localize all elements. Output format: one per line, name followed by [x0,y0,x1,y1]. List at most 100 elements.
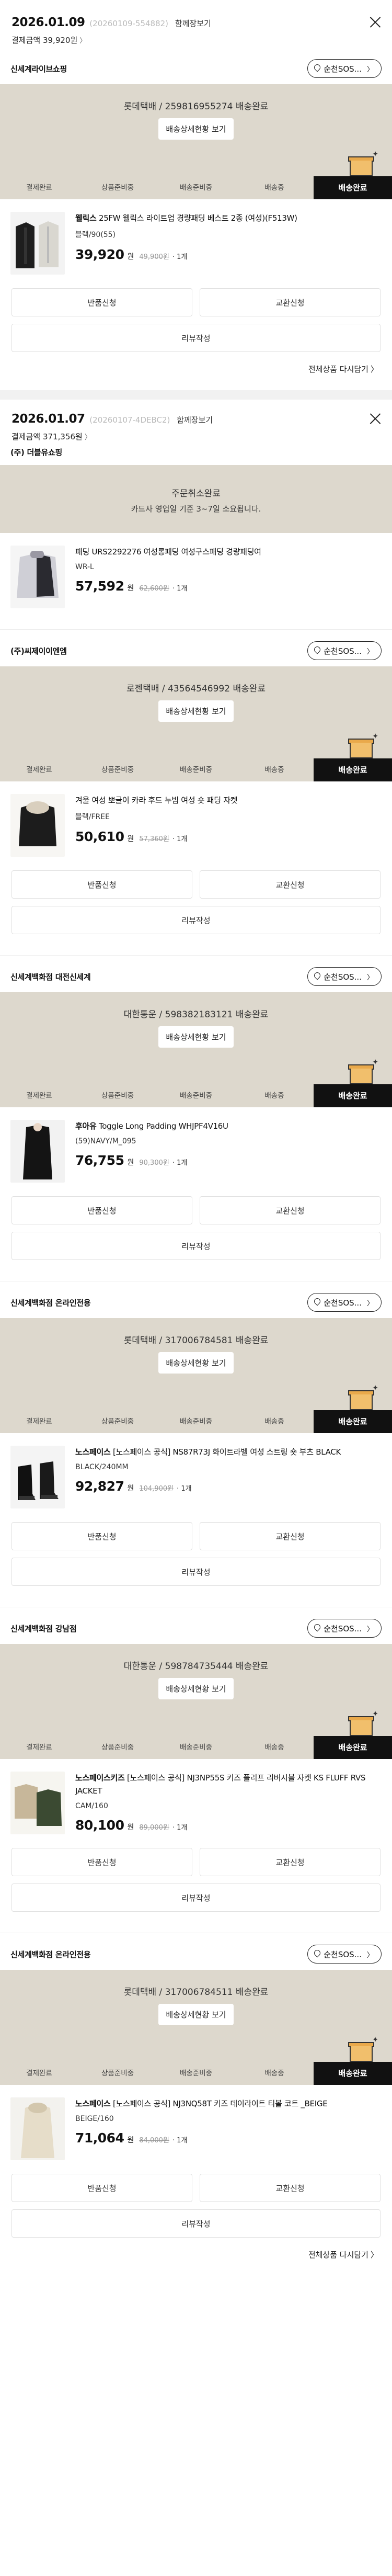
product-thumbnail[interactable] [10,1120,65,1183]
item-brand: 노스페이스 [75,1447,111,1457]
reorder-all-link[interactable]: 전체상품 다시담기 〉 [0,352,392,375]
write-review-button[interactable]: 리뷰작성 [11,324,381,352]
delivery-steps: 결제완료 상품준비중 배송준비중 배송중 배송완료 [0,758,392,781]
review-row: 리뷰작성 [0,316,392,352]
exchange-request-button[interactable]: 교환신청 [200,870,381,899]
step-delivered: 배송완료 [314,2062,392,2085]
item-name[interactable]: 노스페이스 [노스페이스 공식] NJ3NQ58T 키즈 데이라이트 티볼 코트… [75,2097,382,2110]
store-pickup-button[interactable]: 순천SOS... 〉 [307,641,382,660]
product-thumbnail[interactable] [10,212,65,275]
step-paid: 결제완료 [26,184,52,192]
original-price: 57,360원 [139,835,169,843]
product-thumbnail[interactable] [10,1772,65,1834]
return-request-button[interactable]: 반품신청 [11,288,192,316]
chevron-right-icon: 〉 [366,1625,374,1633]
item-price: 76,755 [75,1153,124,1168]
exchange-request-button[interactable]: 교환신청 [200,1848,381,1876]
store-name: 순천SOS... [324,1949,362,1959]
original-price: 90,300원 [139,1159,169,1167]
order-item[interactable]: 후아유 Toggle Long Padding WHJPF4V16U (59)N… [0,1107,392,1183]
order-item[interactable]: 겨울 여성 뽀글이 카라 후드 누빔 여성 숏 패딩 자켓 블랙/FREE 50… [0,781,392,857]
store-pickup-button[interactable]: 순천SOS... 〉 [307,1293,382,1312]
price-line: 76,755 원 90,300원 · 1개 [75,1153,382,1168]
action-buttons: 반품신청 교환신청 [0,857,392,899]
delivery-detail-button[interactable]: 배송상세현황 보기 [158,1352,234,1374]
exchange-request-button[interactable]: 교환신청 [200,1522,381,1550]
order-item[interactable]: 노스페이스키즈 [노스페이스 공식] NJ3NP55S 키즈 플리프 리버시블 … [0,1759,392,1834]
item-name[interactable]: 웰릭스 25FW 웰릭스 라이트업 경량패딩 베스트 2종 (여성)(F513W… [75,212,382,225]
delivery-detail-button[interactable]: 배송상세현황 보기 [158,2004,234,2025]
item-quantity: · 1개 [172,1159,188,1167]
write-review-button[interactable]: 리뷰작성 [11,1232,381,1260]
delivery-status-box: 롯데택배 / 259816955274 배송완료 배송상세현황 보기 ✦ [0,84,392,176]
write-review-button[interactable]: 리뷰작성 [11,1558,381,1586]
order-item[interactable]: 웰릭스 25FW 웰릭스 라이트업 경량패딩 베스트 2종 (여성)(F513W… [0,199,392,275]
location-pin-icon [314,64,320,73]
chevron-right-icon: 〉 [366,1951,374,1959]
delivery-detail-button[interactable]: 배송상세현황 보기 [158,1026,234,1048]
return-request-button[interactable]: 반품신청 [11,1522,192,1550]
item-option: (59)NAVY/M_095 [75,1137,136,1145]
item-name[interactable]: 후아유 Toggle Long Padding WHJPF4V16U [75,1120,382,1133]
order-detail-link[interactable]: 함께장보기 [175,19,211,28]
item-price: 71,064 [75,2130,124,2146]
store-pickup-button[interactable]: 순천SOS... 〉 [307,967,382,986]
close-icon[interactable] [369,412,382,425]
store-pickup-button[interactable]: 순천SOS... 〉 [307,59,382,78]
product-thumbnail[interactable] [10,2097,65,2160]
seller-header: (주) 더블유쇼핑 [0,442,392,465]
write-review-button[interactable]: 리뷰작성 [11,2209,381,2238]
item-info: 노스페이스 [노스페이스 공식] NS87R73J 화이트라벨 여성 스트링 숏… [65,1446,382,1508]
delivery-detail-button[interactable]: 배송상세현황 보기 [158,118,234,140]
close-icon[interactable] [369,16,382,28]
product-thumbnail[interactable] [10,794,65,857]
seller-header: (주)씨제이이엔엠 순천SOS... 〉 [0,635,392,666]
store-pickup-button[interactable]: 순천SOS... 〉 [307,1945,382,1964]
item-name[interactable]: 노스페이스 [노스페이스 공식] NS87R73J 화이트라벨 여성 스트링 숏… [75,1446,382,1459]
step-preparing-delivery: 배송준비중 [179,1092,213,1100]
exchange-request-button[interactable]: 교환신청 [200,2174,381,2202]
order-item[interactable]: 패딩 URS2292276 여성롱패딩 여성구스패딩 경량패딩여 WR-L 57… [0,533,392,608]
exchange-request-button[interactable]: 교환신청 [200,1196,381,1224]
payment-amount-link[interactable]: 결제금액 39,920원 〉 [11,35,381,46]
item-name[interactable]: 패딩 URS2292276 여성롱패딩 여성구스패딩 경량패딩여 [75,546,382,559]
item-quantity: · 1개 [172,835,188,843]
step-shipping: 배송중 [264,184,284,192]
return-request-button[interactable]: 반품신청 [11,870,192,899]
chevron-right-icon: 〉 [366,1299,374,1308]
delivery-status-text: 롯데택배 / 259816955274 배송완료 [123,101,269,112]
delivery-box-icon: ✦ [348,2036,378,2062]
item-title: 패딩 URS2292276 여성롱패딩 여성구스패딩 경량패딩여 [75,547,261,557]
store-pickup-button[interactable]: 순천SOS... 〉 [307,1619,382,1638]
delivery-detail-button[interactable]: 배송상세현황 보기 [158,700,234,722]
chevron-right-icon: 〉 [84,434,91,441]
step-preparing-delivery: 배송준비중 [179,184,213,192]
step-preparing-delivery: 배송준비중 [179,2069,213,2078]
chevron-right-icon: 〉 [370,2250,378,2260]
currency-unit: 원 [127,835,134,843]
order-detail-link[interactable]: 함께장보기 [177,415,213,425]
write-review-button[interactable]: 리뷰작성 [11,1883,381,1912]
delivery-detail-button[interactable]: 배송상세현황 보기 [158,1678,234,1699]
item-title: [노스페이스 공식] NJ3NQ58T 키즈 데이라이트 티볼 코트 _BEIG… [112,2099,328,2108]
exchange-request-button[interactable]: 교환신청 [200,288,381,316]
order-item[interactable]: 노스페이스 [노스페이스 공식] NJ3NQ58T 키즈 데이라이트 티볼 코트… [0,2085,392,2160]
seller-name: 신세계백화점 강남점 [10,1624,77,1633]
item-name[interactable]: 노스페이스키즈 [노스페이스 공식] NJ3NP55S 키즈 플리프 리버시블 … [75,1772,382,1798]
product-thumbnail[interactable] [10,1446,65,1508]
item-name[interactable]: 겨울 여성 뽀글이 카라 후드 누빔 여성 숏 패딩 자켓 [75,794,382,807]
return-request-button[interactable]: 반품신청 [11,1196,192,1224]
review-row: 리뷰작성 [0,2202,392,2238]
payment-amount-link[interactable]: 결제금액 371,356원 〉 [11,431,381,442]
seller-name: (주)씨제이이엔엠 [10,646,67,656]
order-item[interactable]: 노스페이스 [노스페이스 공식] NS87R73J 화이트라벨 여성 스트링 숏… [0,1433,392,1508]
delivery-steps: 결제완료 상품준비중 배송준비중 배송중 배송완료 [0,2062,392,2085]
step-shipping: 배송중 [264,1743,284,1752]
delivery-box-icon: ✦ [348,1710,378,1736]
reorder-all-link[interactable]: 전체상품 다시담기 〉 [0,2238,392,2260]
item-quantity: · 1개 [172,585,188,593]
return-request-button[interactable]: 반품신청 [11,2174,192,2202]
product-thumbnail[interactable] [10,546,65,608]
return-request-button[interactable]: 반품신청 [11,1848,192,1876]
write-review-button[interactable]: 리뷰작성 [11,906,381,934]
